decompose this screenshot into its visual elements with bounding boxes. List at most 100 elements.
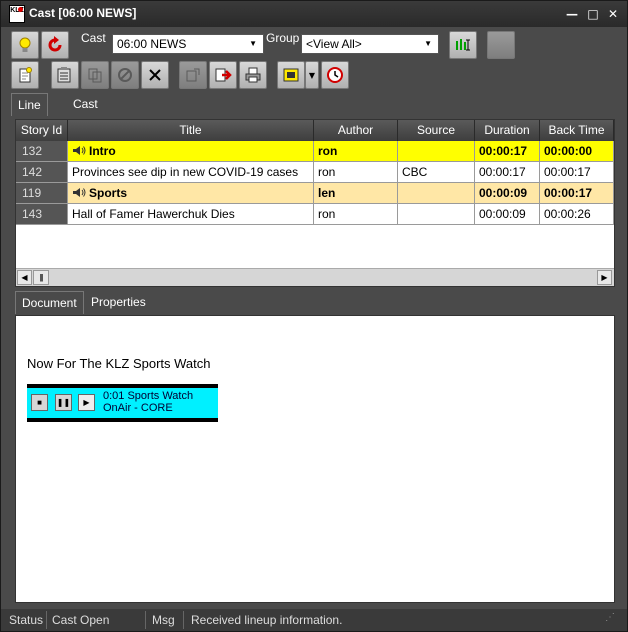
table-row[interactable]: 119 Sports len 00:00:09 00:00:17 <box>16 183 614 204</box>
new-story-icon[interactable] <box>11 61 39 89</box>
duration-text: 00:00:17 <box>479 144 528 158</box>
source-cell: CBC <box>398 162 475 183</box>
author-cell: ron <box>314 162 398 183</box>
klz-logo: KLZ <box>9 5 25 23</box>
story-id-cell: 119 <box>16 183 68 204</box>
status-divider <box>145 611 146 629</box>
cast-select[interactable]: 06:00 NEWS ▼ <box>112 34 264 54</box>
back-time-cell: 00:00:17 <box>540 162 614 183</box>
cast-window: KLZ Cast [06:00 NEWS] — □ ✕ Cast 06:00 N… <box>0 0 628 632</box>
tab-line-up[interactable]: Line Up <box>11 93 48 134</box>
column-header-source[interactable]: Source <box>398 120 475 141</box>
back-time-text: 00:00:17 <box>544 186 593 200</box>
speaker-icon <box>73 188 86 197</box>
table-row[interactable]: 143 Hall of Famer Hawerchuk Dies ron 00:00:… <box>16 204 614 225</box>
column-header-title[interactable]: Title <box>68 120 314 141</box>
title-cell: Provinces see dip in new COVID-19 cases <box>68 162 314 183</box>
author-cell: len <box>314 183 398 204</box>
media-item[interactable]: ■ ❚❚ ▶ 0:01 Sports Watch OnAir - CORE <box>27 384 218 422</box>
author-cell: ron <box>314 204 398 225</box>
chevron-down-icon: ▼ <box>249 39 257 48</box>
story-id-text: 142 <box>22 165 43 179</box>
pause-icon[interactable]: ❚❚ <box>55 394 72 411</box>
back-time-text: 00:00:00 <box>544 144 593 158</box>
play-icon[interactable]: ▶ <box>78 394 95 411</box>
close-button[interactable]: ✕ <box>604 5 622 23</box>
title-text: Intro <box>89 144 116 158</box>
document-text: Now For The KLZ Sports Watch <box>27 356 211 371</box>
no-entry-disabled-icon[interactable] <box>111 61 139 89</box>
document-panel[interactable]: Now For The KLZ Sports Watch ■ ❚❚ ▶ 0:01… <box>15 315 615 603</box>
column-header-back-time[interactable]: Back Time <box>540 120 614 141</box>
author-cell: ron <box>314 141 398 162</box>
status-divider <box>183 611 184 629</box>
title-text: Sports <box>89 186 128 200</box>
resize-grip-icon[interactable]: ⋰ <box>605 612 615 623</box>
status-bar: Status Cast Open Msg Received lineup inf… <box>1 609 627 631</box>
column-header-author[interactable]: Author <box>314 120 398 141</box>
copy-disabled-icon[interactable] <box>81 61 109 89</box>
chevron-down-icon: ▼ <box>424 39 432 48</box>
minimize-button[interactable]: — <box>563 5 581 23</box>
title-bar[interactable]: KLZ Cast [06:00 NEWS] — □ ✕ <box>1 1 627 27</box>
print-icon[interactable] <box>239 61 267 89</box>
back-time-cell: 00:00:17 <box>540 183 614 204</box>
film-icon[interactable] <box>277 61 305 89</box>
table-row[interactable]: 142 Provinces see dip in new COVID-19 cas… <box>16 162 614 183</box>
paste-list-icon[interactable] <box>51 61 79 89</box>
media-title: 0:01 Sports Watch <box>103 390 194 402</box>
source-cell <box>398 204 475 225</box>
back-time-text: 00:00:26 <box>544 207 591 221</box>
clock-icon[interactable] <box>321 61 349 89</box>
tab-properties[interactable]: Properties <box>85 291 152 314</box>
duration-text: 00:00:09 <box>479 207 526 221</box>
story-id-cell: 143 <box>16 204 68 225</box>
toolbar: Cast 06:00 NEWS ▼ Group <View All> ▼ ▼ <box>1 27 627 91</box>
duration-cell: 00:00:17 <box>475 141 540 162</box>
scroll-right-arrow[interactable]: ▶ <box>597 270 612 285</box>
group-label: Group <box>266 31 300 45</box>
maximize-button[interactable]: □ <box>584 5 602 23</box>
title-cell: Sports <box>68 183 314 204</box>
column-header-story-id[interactable]: Story Id <box>16 120 68 141</box>
author-text: ron <box>318 207 336 221</box>
paste-disabled-icon[interactable] <box>179 61 207 89</box>
story-id-text: 143 <box>22 207 43 221</box>
lightbulb-icon[interactable] <box>11 31 39 59</box>
status-divider <box>46 611 47 629</box>
scroll-left-arrow[interactable]: ◀ <box>17 270 32 285</box>
scrollbar-thumb[interactable]: ||| <box>33 270 49 285</box>
window-title: Cast [06:00 NEWS] <box>29 6 137 20</box>
blank-button[interactable] <box>487 31 515 59</box>
table-row[interactable]: 132 Intro ron 00:00:17 00:00:00 <box>16 141 614 162</box>
duration-cell: 00:00:09 <box>475 204 540 225</box>
column-header-duration[interactable]: Duration <box>475 120 540 141</box>
horizontal-scrollbar[interactable]: ◀ ||| ▶ <box>16 268 614 286</box>
duration-cell: 00:00:09 <box>475 183 540 204</box>
author-text: ron <box>318 144 338 158</box>
tab-document[interactable]: Document <box>15 291 84 314</box>
stop-icon[interactable]: ■ <box>31 394 48 411</box>
delete-x-icon[interactable] <box>141 61 169 89</box>
media-item-body: ■ ❚❚ ▶ 0:01 Sports Watch OnAir - CORE <box>27 388 218 418</box>
author-text: ron <box>318 165 336 179</box>
status-value: Cast Open <box>52 613 110 627</box>
lineup-grid-panel: Story Id Title Author Source Duration Ba… <box>15 119 615 287</box>
back-time-cell: 00:00:00 <box>540 141 614 162</box>
source-text: CBC <box>402 165 428 179</box>
title-text: Provinces see dip in new COVID-19 cases <box>72 165 299 179</box>
back-time-text: 00:00:17 <box>544 165 591 179</box>
status-label: Status <box>9 613 44 627</box>
duration-cell: 00:00:17 <box>475 162 540 183</box>
media-status: OnAir - CORE <box>103 402 173 414</box>
export-red-arrow-icon[interactable] <box>209 61 237 89</box>
dropdown-arrow[interactable]: ▼ <box>305 61 319 89</box>
tab-cast-stats[interactable]: Cast Stats <box>67 93 106 133</box>
back-time-cell: 00:00:26 <box>540 204 614 225</box>
title-text: Hall of Famer Hawerchuk Dies <box>72 207 235 221</box>
green-tuner-icon[interactable] <box>449 31 477 59</box>
story-id-cell: 142 <box>16 162 68 183</box>
refresh-red-icon[interactable] <box>41 31 69 59</box>
group-select[interactable]: <View All> ▼ <box>301 34 439 54</box>
title-cell: Intro <box>68 141 314 162</box>
